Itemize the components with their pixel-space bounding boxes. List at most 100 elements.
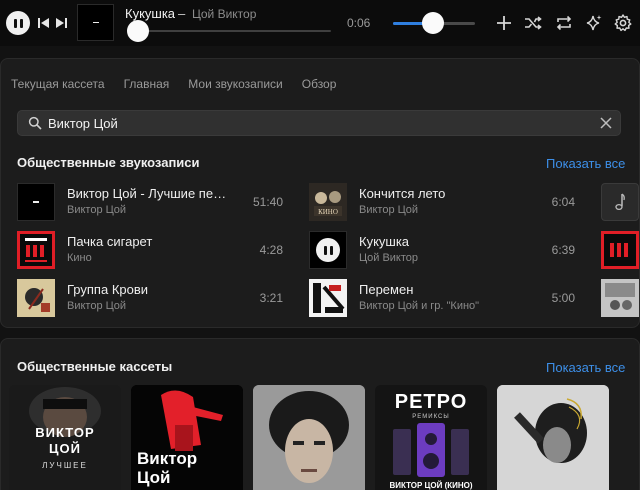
- pause-icon: [323, 245, 333, 255]
- track-cover: [601, 231, 639, 269]
- track-cover: [601, 183, 639, 221]
- track-artist: Виктор Цой: [67, 300, 127, 312]
- kino-cover-art: [604, 234, 636, 266]
- search-input[interactable]: [48, 114, 588, 132]
- next-button[interactable]: [54, 15, 68, 31]
- music-note-icon: [615, 193, 625, 211]
- tab-browse[interactable]: Обзор: [302, 77, 337, 91]
- seek-handle[interactable]: [127, 20, 149, 42]
- tab-current-cassette[interactable]: Текущая кассета: [11, 77, 105, 91]
- track-artist: Цой Виктор: [359, 252, 419, 264]
- track-row[interactable]: [601, 183, 639, 223]
- track-artist: Кино: [67, 252, 92, 264]
- dash-icon: [33, 201, 39, 203]
- track-duration: 51:40: [252, 195, 283, 209]
- shuffle-button[interactable]: [523, 13, 543, 33]
- cassette-subtitle: ЛУЧШЕЕ: [42, 461, 88, 470]
- tab-home[interactable]: Главная: [124, 77, 170, 91]
- cassette-card[interactable]: [253, 385, 365, 490]
- cassette-card[interactable]: РЕТРО РЕМИКСЫ ВИКТОР ЦОЙ (КИНО): [375, 385, 487, 490]
- cassette-title-line: ЦОЙ: [49, 441, 81, 456]
- sparkle-icon: [586, 15, 602, 31]
- track-duration: 3:21: [259, 291, 283, 305]
- track-cover: [309, 231, 347, 269]
- track-row[interactable]: Кукушка Цой Виктор 6:39: [309, 231, 579, 271]
- now-playing-title[interactable]: Кукушка: [125, 6, 175, 21]
- track-row[interactable]: Перемен Виктор Цой и гр. "Кино" 5:00: [309, 279, 579, 319]
- blood-type-cover-art: [17, 279, 55, 317]
- public-cassettes-heading: Общественные кассеты: [17, 359, 173, 374]
- ai-button[interactable]: [584, 13, 604, 33]
- track-duration: 5:00: [551, 291, 575, 305]
- shuffle-icon: [525, 16, 542, 30]
- search-results-panel: Текущая кассета Главная Мои звукозаписи …: [0, 58, 640, 328]
- track-cover: [17, 231, 55, 269]
- settings-button[interactable]: [613, 13, 633, 33]
- public-tracks-show-all-link[interactable]: Показать все: [546, 156, 625, 171]
- search-box: [17, 110, 621, 136]
- track-title: Перемен: [359, 282, 414, 297]
- track-row[interactable]: [601, 231, 639, 271]
- public-cassettes-show-all-link[interactable]: Показать все: [546, 360, 625, 375]
- track-row[interactable]: Группа Крови Виктор Цой 3:21: [17, 279, 287, 319]
- tab-my-tracks[interactable]: Мои звукозаписи: [188, 77, 282, 91]
- plus-icon: [497, 16, 511, 30]
- add-button[interactable]: [494, 13, 514, 33]
- repeat-button[interactable]: [554, 13, 574, 33]
- track-title: Группа Крови: [67, 282, 149, 297]
- track-title: Виктор Цой - Лучшие пес...: [67, 186, 227, 201]
- public-cassettes-panel: Общественные кассеты Показать все ВИКТОР…: [0, 338, 640, 490]
- seek-bar[interactable]: [128, 30, 331, 32]
- repeat-icon: [556, 15, 572, 31]
- track-row[interactable]: Пачка сигарет Кино 4:28: [17, 231, 287, 271]
- track-row[interactable]: КИНО Кончится лето Виктор Цой 6:04: [309, 183, 579, 223]
- dash-icon: [92, 21, 99, 24]
- cassette-card[interactable]: ВИКТОР ЦОЙ ЛУЧШЕЕ: [9, 385, 121, 490]
- previous-icon: [38, 18, 49, 28]
- kino-cover-art: [20, 234, 52, 266]
- next-icon: [56, 18, 67, 28]
- photo-cover-art: [601, 279, 639, 317]
- track-title: Пачка сигарет: [67, 234, 153, 249]
- cassette-title-line: ВИКТОР: [35, 425, 95, 440]
- gear-icon: [614, 14, 632, 32]
- pause-button[interactable]: [316, 238, 340, 262]
- volume-handle[interactable]: [422, 12, 444, 34]
- changes-cover-art: [309, 279, 347, 317]
- track-row[interactable]: [601, 279, 639, 319]
- svg-text:КИНО: КИНО: [318, 208, 338, 216]
- cassette-cover-art: [253, 385, 365, 490]
- now-playing-artist[interactable]: Цой Виктор: [192, 7, 256, 21]
- now-playing-separator: –: [178, 6, 186, 21]
- track-duration: 6:39: [551, 243, 575, 257]
- summer-end-cover-art: КИНО: [309, 183, 347, 221]
- track-cover: [17, 279, 55, 317]
- track-title: Кончится лето: [359, 186, 446, 201]
- close-icon[interactable]: [600, 117, 612, 129]
- track-artist: Виктор Цой: [67, 204, 127, 216]
- track-row[interactable]: Виктор Цой - Лучшие пес... Виктор Цой 51…: [17, 183, 287, 223]
- track-cover: [309, 279, 347, 317]
- track-cover: КИНО: [309, 183, 347, 221]
- track-title: Кукушка: [359, 234, 410, 249]
- cassette-card[interactable]: [497, 385, 609, 490]
- cassette-subtitle: РЕМИКСЫ: [412, 414, 450, 420]
- track-artist: Виктор Цой и гр. "Кино": [359, 300, 480, 312]
- track-artist: Виктор Цой: [359, 204, 419, 216]
- track-cover: [17, 183, 55, 221]
- track-duration: 6:04: [551, 195, 575, 209]
- cassette-title-line: РЕТРО: [394, 391, 468, 413]
- current-time: 0:06: [347, 16, 371, 30]
- cassette-card[interactable]: Виктор Цой: [131, 385, 243, 490]
- previous-button[interactable]: [37, 15, 51, 31]
- player-bar: Кукушка – Цой Виктор 0:06: [0, 0, 640, 46]
- track-cover: [601, 279, 639, 317]
- cassette-caption: ВИКТОР ЦОЙ (КИНО): [389, 481, 473, 490]
- cassette-title-line: Виктор: [137, 449, 198, 468]
- cassette-cover-art: [497, 385, 609, 490]
- now-playing-cover[interactable]: [77, 4, 114, 41]
- search-icon: [28, 116, 42, 130]
- public-tracks-heading: Общественные звукозаписи: [17, 155, 200, 170]
- cassette-title-line: Цой: [137, 468, 171, 487]
- pause-button[interactable]: [6, 11, 30, 35]
